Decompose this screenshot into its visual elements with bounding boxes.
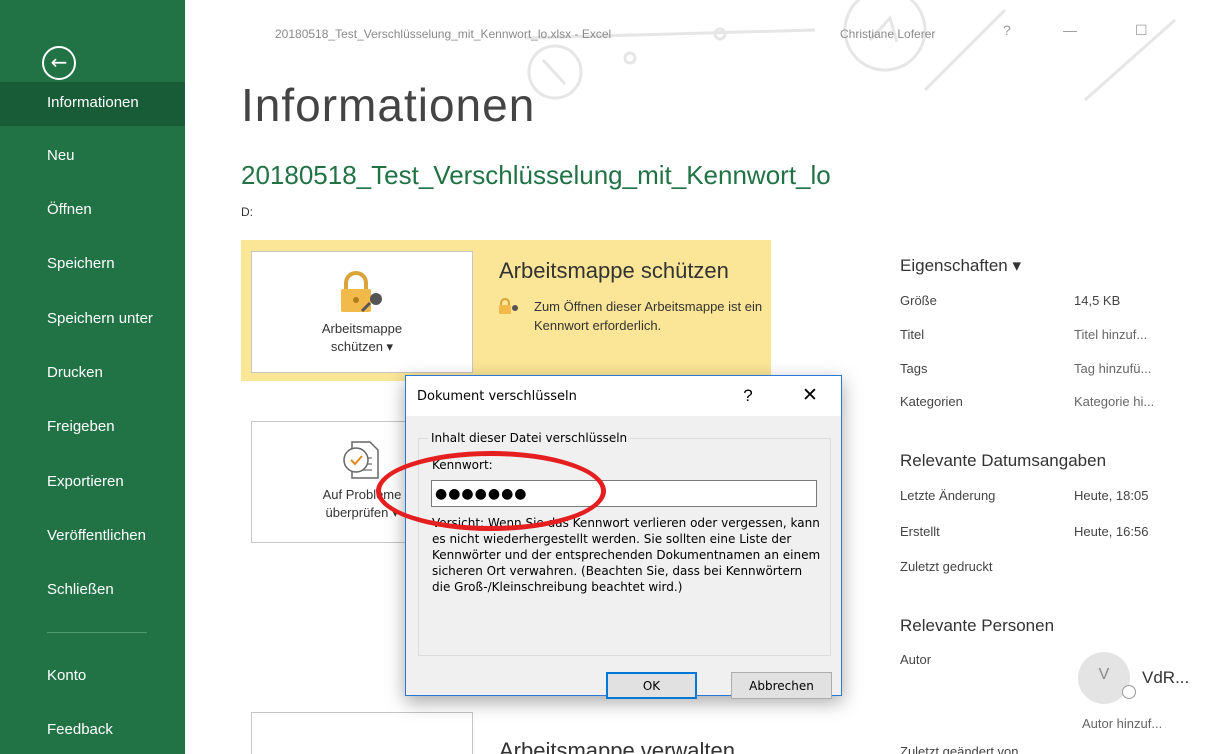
sidebar-item-drucken[interactable]: Drucken [47,364,103,381]
people-heading: Relevante Personen [900,616,1055,635]
inspect-document-icon [343,441,379,479]
sidebar-item-speichern[interactable]: Speichern [47,255,115,272]
property-row-categories: Kategorien Kategorie hi... [900,394,1200,414]
property-key: Größe [900,293,937,308]
small-lock-key-icon [499,298,518,314]
sidebar-item-veroeffentlichen[interactable]: Veröffentlichen [47,527,146,544]
encrypt-group-label: Inhalt dieser Datei verschlüsseln [428,431,631,445]
property-key: Tags [900,361,928,376]
page-title: Informationen [241,79,536,131]
property-row-title: Titel Titel hinzuf... [900,327,1200,347]
sidebar-item-oeffnen[interactable]: Öffnen [47,201,92,218]
signed-in-user[interactable]: Christiane Loferer [840,27,935,41]
check-issues-label-2: überprüfen ▾ [325,505,399,520]
property-row-tags: Tags Tag hinzufü... [900,361,1200,381]
sidebar-item-freigeben[interactable]: Freigeben [47,418,115,435]
author-name[interactable]: VdR... [1142,668,1189,688]
date-row-last-printed: Zuletzt gedruckt [900,559,1200,579]
protect-workbook-description: Zum Öffnen dieser Arbeitsmappe ist ein K… [534,299,763,333]
date-key: Letzte Änderung [900,488,996,503]
presence-status-icon [1122,685,1136,699]
protect-workbook-label-2: schützen ▾ [330,339,394,354]
help-icon[interactable]: ? [736,384,760,408]
password-field[interactable] [431,480,817,507]
property-row-size: Größe 14,5 KB [900,293,1200,313]
password-warning-text: Vorsicht: Wenn Sie das Kennwort verliere… [432,516,821,594]
properties-heading[interactable]: Eigenschaften ▾ [900,256,1021,276]
date-value: Heute, 16:56 [1074,524,1149,539]
title-bar: 20180518_Test_Verschlüsselung_mit_Kennwo… [185,0,1213,60]
close-icon[interactable]: ✕ [796,384,824,408]
protect-workbook-label-1: Arbeitsmappe [321,321,403,336]
cancel-button[interactable]: Abbrechen [731,672,832,699]
ok-button[interactable]: OK [606,672,697,699]
property-key: Kategorien [900,394,963,409]
date-row-last-modified: Letzte Änderung Heute, 18:05 [900,488,1200,508]
add-tag-field[interactable]: Tag hinzufü... [1074,361,1151,376]
sidebar-item-feedback[interactable]: Feedback [47,721,113,738]
manage-workbook-button[interactable] [251,712,473,754]
add-title-field[interactable]: Titel hinzuf... [1074,327,1147,342]
dialog-title: Dokument verschlüsseln [417,389,577,404]
minimize-icon[interactable]: — [1063,22,1077,38]
avatar[interactable]: V [1078,652,1130,704]
check-issues-label-1: Auf Probleme [322,487,402,502]
date-row-created: Erstellt Heute, 16:56 [900,524,1200,544]
help-icon[interactable]: ? [1003,22,1011,38]
back-arrow-icon: ← [50,50,68,74]
date-value: Heute, 18:05 [1074,488,1149,503]
add-category-field[interactable]: Kategorie hi... [1074,394,1154,409]
file-name-heading: 20180518_Test_Verschlüsselung_mit_Kennwo… [241,160,831,190]
sidebar-item-konto[interactable]: Konto [47,667,86,684]
add-author-field[interactable]: Autor hinzuf... [1082,716,1162,731]
date-key: Zuletzt gedruckt [900,559,993,574]
dialog-title-bar[interactable]: Dokument verschlüsseln ? ✕ [406,376,841,416]
avatar-initial: V [1098,666,1110,683]
dates-heading: Relevante Datumsangaben [900,451,1107,470]
property-key: Titel [900,327,925,342]
sidebar-item-informationen[interactable]: Informationen [47,94,139,111]
encrypt-document-dialog: Dokument verschlüsseln ? ✕ Inhalt dieser… [405,375,842,699]
sidebar-item-speichern-unter[interactable]: Speichern unter [47,310,153,327]
file-path: D: [241,205,253,219]
date-key: Erstellt [900,524,940,539]
protect-workbook-button[interactable]: Arbeitsmappe schützen ▾ [251,251,473,373]
back-button[interactable]: ← [42,46,76,80]
sidebar-item-schliessen[interactable]: Schließen [47,581,114,598]
sidebar-item-neu[interactable]: Neu [47,147,75,164]
lock-key-icon [341,271,382,313]
window-title: 20180518_Test_Verschlüsselung_mit_Kennwo… [275,27,612,41]
maximize-icon[interactable]: ☐ [1135,22,1148,39]
property-value: 14,5 KB [1074,293,1121,308]
password-label: Kennwort: [432,458,493,472]
manage-workbook-heading: Arbeitsmappe verwalten [499,738,736,754]
author-key: Autor [900,652,932,667]
protect-workbook-heading: Arbeitsmappe schützen [499,258,729,283]
sidebar-divider [47,632,147,633]
backstage-sidebar: ← Informationen Neu Öffnen Speichern Spe… [0,0,185,754]
last-modified-by-key: Zuletzt geändert von [900,744,1019,754]
sidebar-item-exportieren[interactable]: Exportieren [47,473,124,490]
